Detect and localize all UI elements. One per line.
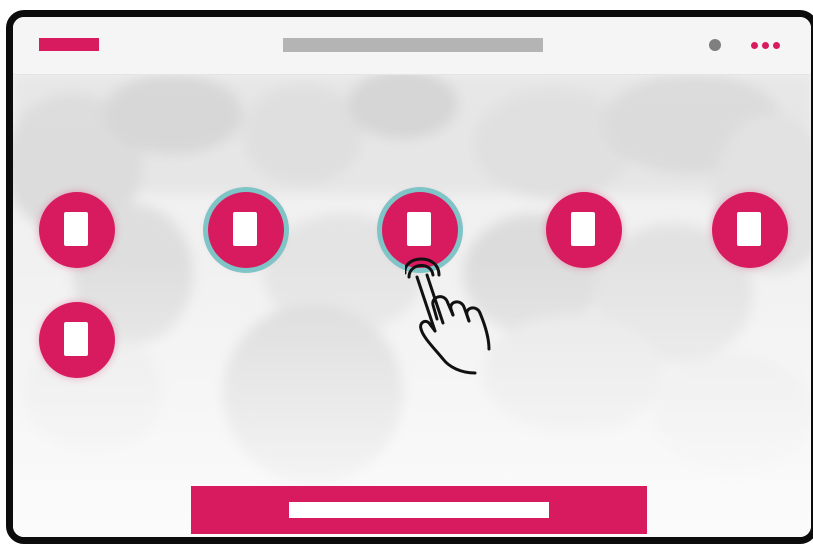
item-button-4[interactable] <box>546 192 622 268</box>
item-button-5[interactable] <box>712 192 788 268</box>
document-icon <box>407 212 431 246</box>
item-button-1[interactable] <box>39 192 115 268</box>
document-icon <box>571 212 595 246</box>
title-placeholder <box>283 38 543 52</box>
status-dot-icon <box>709 39 721 51</box>
menu-dot-icon <box>762 41 769 49</box>
more-menu-button[interactable] <box>751 37 787 53</box>
item-button-6[interactable] <box>39 302 115 378</box>
top-bar <box>13 17 811 75</box>
document-icon <box>233 212 257 246</box>
document-icon <box>64 212 88 246</box>
primary-action-button[interactable] <box>191 486 647 534</box>
button-label-placeholder <box>289 502 549 518</box>
menu-dot-icon <box>751 41 758 49</box>
item-button-2[interactable] <box>208 192 284 268</box>
document-icon <box>737 212 761 246</box>
tap-hand-icon <box>403 253 535 383</box>
logo[interactable] <box>39 38 99 51</box>
document-icon <box>64 322 88 356</box>
menu-dot-icon <box>773 41 780 49</box>
app-window <box>6 10 813 544</box>
